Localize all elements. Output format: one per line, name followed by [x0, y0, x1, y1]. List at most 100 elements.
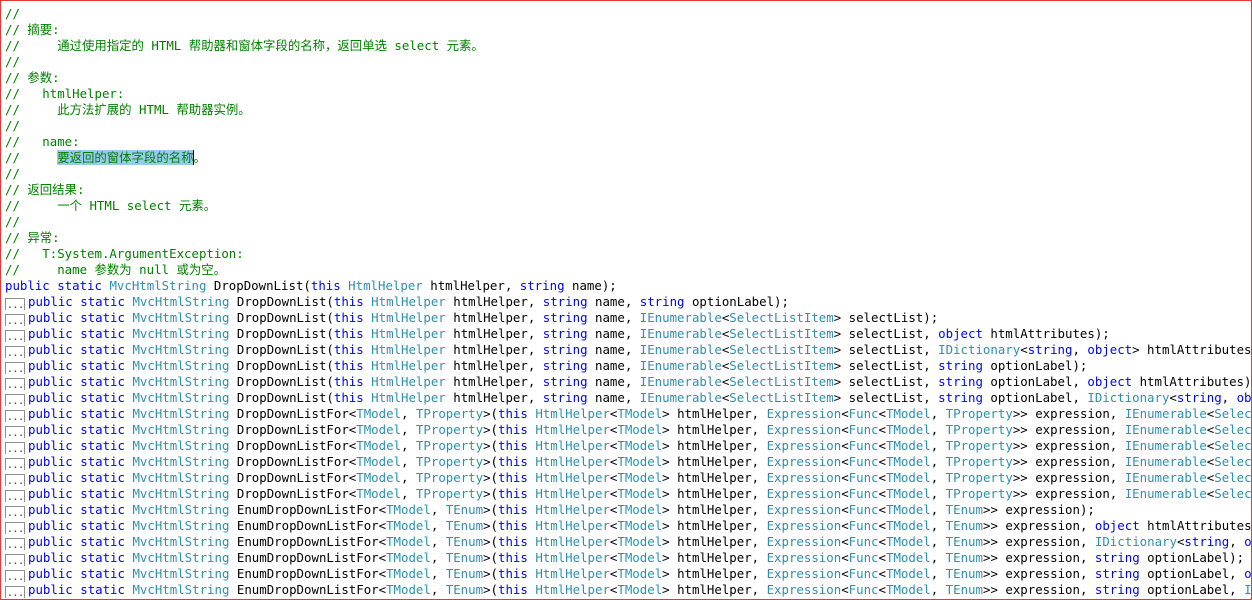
- code-token: string: [938, 358, 983, 373]
- code-editor[interactable]: //// 摘要:// 通过使用指定的 HTML 帮助器和窗体字段的名称，返回单选…: [5, 6, 1251, 598]
- code-line[interactable]: // name:: [5, 134, 1251, 150]
- collapse-expander-button[interactable]: ...: [5, 314, 25, 326]
- collapsed-code-line[interactable]: ... public static MvcHtmlString DropDownL…: [5, 358, 1251, 374]
- collapsed-code-line[interactable]: ... public static MvcHtmlString DropDownL…: [5, 374, 1251, 390]
- code-line[interactable]: // 返回结果:: [5, 182, 1251, 198]
- collapsed-code-line[interactable]: ... public static MvcHtmlString DropDownL…: [5, 294, 1251, 310]
- collapse-expander-button[interactable]: ...: [5, 346, 25, 358]
- code-token: HtmlHelper: [371, 326, 446, 341]
- collapse-expander-button[interactable]: ...: [5, 298, 25, 310]
- code-token: HtmlHelper: [535, 454, 610, 469]
- code-line[interactable]: //: [5, 166, 1251, 182]
- code-token: name);: [564, 278, 617, 293]
- code-token: MvcHtmlString: [132, 566, 230, 581]
- code-token: Func: [848, 486, 879, 501]
- collapsed-code-line[interactable]: ... public static MvcHtmlString DropDownL…: [5, 406, 1251, 422]
- code-line[interactable]: // T:System.ArgumentException:: [5, 246, 1251, 262]
- collapse-expander-button[interactable]: ...: [5, 538, 25, 550]
- code-token: string: [1094, 582, 1140, 597]
- code-token: ,: [401, 406, 416, 421]
- code-token: //: [5, 54, 20, 69]
- code-token: TProperty: [415, 438, 484, 453]
- code-token: >(: [483, 454, 498, 469]
- code-token: TEnum: [945, 518, 983, 533]
- code-token: IEnumerable: [1124, 422, 1207, 437]
- code-line[interactable]: // 要返回的窗体字段的名称。: [5, 150, 1251, 166]
- code-line[interactable]: // 摘要:: [5, 22, 1251, 38]
- code-token: TModel: [386, 502, 431, 517]
- code-token: TModel: [617, 566, 663, 581]
- collapsed-code-line[interactable]: ... public static MvcHtmlString EnumDropD…: [5, 502, 1251, 518]
- collapse-expander-button[interactable]: ...: [5, 458, 25, 470]
- collapsed-code-line[interactable]: ... public static MvcHtmlString DropDownL…: [5, 422, 1251, 438]
- collapsed-code-line[interactable]: ... public static MvcHtmlString DropDownL…: [5, 390, 1251, 406]
- collapse-expander-button[interactable]: ...: [5, 506, 25, 518]
- collapse-expander-button[interactable]: ...: [5, 362, 25, 374]
- code-token: MvcHtmlString: [132, 502, 230, 517]
- code-token: ,: [930, 486, 946, 501]
- code-line[interactable]: // name 参数为 null 或为空。: [5, 262, 1251, 278]
- code-token: ,: [930, 550, 946, 565]
- code-token: >> expression,: [982, 550, 1095, 565]
- collapsed-code-line[interactable]: ... public static MvcHtmlString DropDownL…: [5, 438, 1251, 454]
- code-token: ,: [430, 550, 446, 565]
- collapse-expander-button[interactable]: ...: [5, 586, 25, 598]
- code-line[interactable]: //: [5, 54, 1251, 70]
- collapse-expander-button[interactable]: ...: [5, 522, 25, 534]
- code-token: >(: [483, 518, 498, 533]
- code-token: string: [1094, 550, 1140, 565]
- code-line[interactable]: //: [5, 118, 1251, 134]
- collapse-expander-button[interactable]: ...: [5, 570, 25, 582]
- collapse-expander-button[interactable]: ...: [5, 474, 25, 486]
- code-token: MvcHtmlString: [132, 470, 230, 485]
- collapsed-code-line[interactable]: ... public static MvcHtmlString EnumDropD…: [5, 566, 1251, 582]
- code-token: TModel: [885, 470, 931, 485]
- code-line[interactable]: // 通过使用指定的 HTML 帮助器和窗体字段的名称，返回单选 select …: [5, 38, 1251, 54]
- collapse-expander-button[interactable]: ...: [5, 330, 25, 342]
- code-token: TModel: [386, 518, 431, 533]
- collapsed-code-line[interactable]: ... public static MvcHtmlString EnumDropD…: [5, 582, 1251, 598]
- code-token: this: [310, 278, 349, 293]
- code-line[interactable]: // 一个 HTML select 元素。: [5, 198, 1251, 214]
- code-line[interactable]: // 参数:: [5, 70, 1251, 86]
- code-token: HtmlHelper: [535, 534, 610, 549]
- code-token: ,: [930, 518, 946, 533]
- collapsed-code-line[interactable]: ... public static MvcHtmlString EnumDropD…: [5, 518, 1251, 534]
- code-token: HtmlHelper: [535, 422, 610, 437]
- collapsed-code-line[interactable]: ... public static MvcHtmlString DropDownL…: [5, 310, 1251, 326]
- collapse-expander-button[interactable]: ...: [5, 554, 25, 566]
- code-token: EnumDropDownListFor<: [229, 550, 387, 565]
- code-token: this: [498, 582, 536, 597]
- collapse-expander-button[interactable]: ...: [5, 490, 25, 502]
- collapsed-code-line[interactable]: ... public static MvcHtmlString DropDownL…: [5, 326, 1251, 342]
- code-token: <: [1020, 342, 1028, 357]
- collapsed-code-line[interactable]: ... public static MvcHtmlString DropDownL…: [5, 342, 1251, 358]
- code-token: DropDownListFor<: [229, 406, 357, 421]
- collapse-expander-button[interactable]: ...: [5, 378, 25, 390]
- code-line[interactable]: //: [5, 6, 1251, 22]
- code-line[interactable]: public static MvcHtmlString DropDownList…: [5, 278, 1251, 294]
- code-token: SelectListItem: [1214, 454, 1251, 469]
- collapsed-code-line[interactable]: ... public static MvcHtmlString DropDownL…: [5, 454, 1251, 470]
- code-token: ,: [430, 566, 446, 581]
- code-token: // name:: [5, 134, 80, 149]
- collapse-expander-button[interactable]: ...: [5, 442, 25, 454]
- collapsed-code-line[interactable]: ... public static MvcHtmlString EnumDropD…: [5, 550, 1251, 566]
- code-token: public static: [28, 406, 133, 421]
- collapsed-code-line[interactable]: ... public static MvcHtmlString DropDownL…: [5, 470, 1251, 486]
- code-token: MvcHtmlString: [109, 278, 207, 293]
- code-line[interactable]: //: [5, 214, 1251, 230]
- code-token: <: [878, 566, 886, 581]
- collapse-expander-button[interactable]: ...: [5, 426, 25, 438]
- code-line[interactable]: // 此方法扩展的 HTML 帮助器实例。: [5, 102, 1251, 118]
- code-token: object: [1236, 390, 1251, 405]
- collapse-expander-button[interactable]: ...: [5, 394, 25, 406]
- code-token: <: [841, 470, 849, 485]
- collapse-expander-button[interactable]: ...: [5, 410, 25, 422]
- collapsed-code-line[interactable]: ... public static MvcHtmlString EnumDropD…: [5, 534, 1251, 550]
- code-token: htmlHelper,: [445, 358, 543, 373]
- collapsed-code-line[interactable]: ... public static MvcHtmlString DropDownL…: [5, 486, 1251, 502]
- code-token: > htmlAttributes);: [1132, 342, 1251, 357]
- code-line[interactable]: // 异常:: [5, 230, 1251, 246]
- code-line[interactable]: // htmlHelper:: [5, 86, 1251, 102]
